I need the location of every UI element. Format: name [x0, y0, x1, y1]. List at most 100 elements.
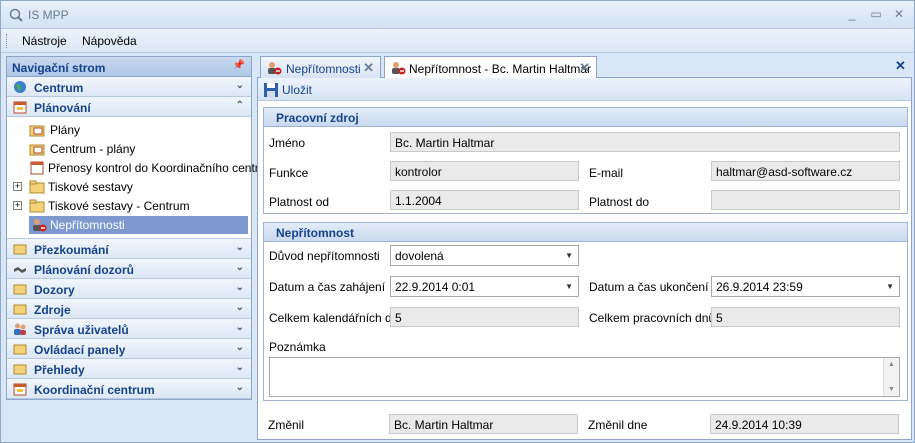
nav-group-label: Plánování dozorů — [34, 263, 135, 277]
chevron-down-icon: ⌄ — [235, 262, 244, 273]
tree-item-centrum-plany[interactable]: Centrum - plány — [17, 140, 247, 158]
scroll-up-icon[interactable]: ▲ — [888, 361, 895, 368]
reason-select[interactable]: dovolená ▼ — [390, 245, 579, 266]
tab-nepritomnosti[interactable]: Nepřítomnosti ✕ — [260, 56, 381, 78]
note-label: Poznámka — [269, 340, 326, 354]
scrollbar[interactable]: ▲ ▼ — [883, 358, 899, 396]
valid-to-label: Platnost do — [589, 195, 650, 209]
nav-group-planovani-dozoru[interactable]: Plánování dozorů ⌄ — [7, 259, 251, 279]
expand-icon[interactable]: + — [13, 182, 22, 191]
nav-group-prehledy[interactable]: Přehledy ⌄ — [7, 359, 251, 379]
nav-group-label: Plánování — [34, 101, 91, 115]
dropdown-arrow-icon[interactable]: ▼ — [886, 282, 894, 291]
chevron-down-icon: ⌄ — [235, 382, 244, 393]
save-button[interactable]: Uložit — [282, 83, 312, 97]
nav-group-label: Centrum — [34, 81, 84, 95]
chevron-down-icon: ⌄ — [235, 80, 244, 91]
document-tabs: Nepřítomnosti ✕ Nepřítomnost - Bc. Marti… — [257, 55, 912, 79]
scroll-down-icon[interactable]: ▼ — [888, 386, 895, 393]
absence-section: Nepřítomnost Důvod nepřítomnosti dovolen… — [263, 222, 908, 401]
navigation-title: Navigační strom — [12, 61, 106, 75]
nav-group-centrum[interactable]: Centrum ⌄ — [7, 77, 251, 97]
calendar-icon — [13, 383, 27, 396]
tree-item-nepritomnosti[interactable]: Nepřítomnosti — [29, 216, 248, 234]
changed-by-field: Bc. Martin Haltmar — [389, 414, 578, 434]
name-label: Jméno — [269, 136, 306, 150]
form-toolbar: Uložit — [258, 78, 911, 101]
nav-group-label: Přezkoumání — [34, 243, 109, 257]
chevron-down-icon: ⌄ — [235, 282, 244, 293]
work-days-field: 5 — [711, 307, 900, 327]
resource-section: Pracovní zdroj Jméno Bc. Martin Haltmar … — [263, 107, 908, 214]
chevron-down-icon: ⌄ — [235, 322, 244, 333]
nav-group-dozory[interactable]: Dozory ⌄ — [7, 279, 251, 299]
menu-tools[interactable]: Nástroje — [22, 34, 67, 48]
close-all-tabs-icon[interactable]: ✕ — [895, 58, 906, 74]
nav-group-label: Koordinační centrum — [34, 383, 155, 397]
tab-nepritomnost-detail[interactable]: Nepřítomnost - Bc. Martin Haltmar ✕ — [384, 56, 597, 79]
tree-item-plany[interactable]: Plány — [17, 121, 247, 139]
nav-group-planovani[interactable]: Plánování ⌃ — [7, 97, 251, 117]
folder-icon — [13, 304, 27, 315]
folder-calendar-icon — [29, 125, 45, 137]
close-icon[interactable]: ✕ — [579, 60, 590, 76]
valid-from-label: Platnost od — [269, 195, 330, 209]
dropdown-arrow-icon[interactable]: ▼ — [565, 251, 573, 260]
nav-group-koordinacni-centrum[interactable]: Koordinační centrum ⌄ — [7, 379, 251, 399]
chevron-down-icon: ⌄ — [235, 342, 244, 353]
tree-item-tiskove-sestavy[interactable]: + Tiskové sestavy — [13, 178, 243, 196]
calendar-icon — [13, 101, 27, 114]
expand-icon[interactable]: + — [13, 201, 22, 210]
window-title: IS MPP — [28, 8, 69, 22]
person-absent-icon — [268, 62, 282, 75]
end-value: 26.9.2014 23:59 — [716, 280, 803, 294]
menu-bar: Nástroje Nápověda — [1, 29, 914, 53]
tree-item-prenosy[interactable]: Přenosy kontrol do Koordinačního centra — [17, 159, 265, 177]
end-datetime-picker[interactable]: 26.9.2014 23:59 ▼ — [711, 276, 900, 297]
nav-group-prezkoumani[interactable]: Přezkoumání ⌄ — [7, 239, 251, 259]
reason-label: Důvod nepřítomnosti — [269, 249, 380, 263]
navigation-header: Navigační strom 📌 — [7, 57, 251, 77]
globe-icon — [14, 81, 26, 93]
name-field: Bc. Martin Haltmar — [390, 132, 900, 152]
tree-item-label: Centrum - plány — [50, 142, 136, 156]
nav-group-sprava-uzivatelu[interactable]: Správa uživatelů ⌄ — [7, 319, 251, 339]
tab-label: Nepřítomnosti — [286, 62, 361, 76]
users-icon — [14, 323, 26, 335]
start-datetime-picker[interactable]: 22.9.2014 0:01 ▼ — [390, 276, 579, 297]
close-window-button[interactable]: ✕ — [890, 5, 908, 23]
chevron-down-icon: ⌄ — [235, 302, 244, 313]
nav-group-label: Dozory — [34, 283, 75, 297]
tree-item-label: Nepřítomnosti — [50, 218, 125, 232]
section-header: Pracovní zdroj — [264, 108, 907, 127]
nav-group-ovladaci-panely[interactable]: Ovládací panely ⌄ — [7, 339, 251, 359]
magnifier-icon — [9, 8, 23, 22]
function-label: Funkce — [269, 166, 309, 180]
folder-icon — [13, 244, 27, 255]
valid-to-field — [711, 190, 900, 210]
planning-tree: Plány Centrum - plány Přenosy kontrol do… — [7, 117, 265, 239]
menu-help[interactable]: Nápověda — [82, 34, 137, 48]
dropdown-arrow-icon[interactable]: ▼ — [565, 282, 573, 291]
work-days-label: Celkem pracovních dnů — [589, 311, 716, 325]
note-textarea[interactable]: ▲ ▼ — [269, 357, 900, 397]
tree-item-tiskove-sestavy-centrum[interactable]: + Tiskové sestavy - Centrum — [13, 197, 243, 215]
email-field: haltmar@asd-software.cz — [711, 161, 900, 181]
folder-icon — [13, 344, 27, 355]
detail-form: Uložit Pracovní zdroj Jméno Bc. Martin H… — [257, 78, 912, 440]
handshake-icon — [14, 267, 26, 273]
chevron-down-icon: ⌄ — [235, 362, 244, 373]
nav-group-label: Ovládací panely — [34, 343, 126, 357]
minimize-button[interactable]: _ — [843, 5, 861, 23]
calendar-days-label: Celkem kalendářních dnů — [269, 311, 406, 325]
changed-on-field: 24.9.2014 10:39 — [710, 414, 899, 434]
person-absent-icon — [33, 219, 47, 232]
start-label: Datum a čas zahájení — [269, 280, 386, 294]
maximize-button[interactable]: ▭ — [867, 5, 885, 23]
folder-icon — [29, 180, 45, 194]
pin-icon[interactable]: 📌 — [233, 60, 245, 71]
title-bar: IS MPP _ ▭ ✕ — [1, 1, 914, 29]
nav-group-zdroje[interactable]: Zdroje ⌄ — [7, 299, 251, 319]
folder-icon — [29, 199, 45, 213]
close-icon[interactable]: ✕ — [363, 60, 374, 76]
